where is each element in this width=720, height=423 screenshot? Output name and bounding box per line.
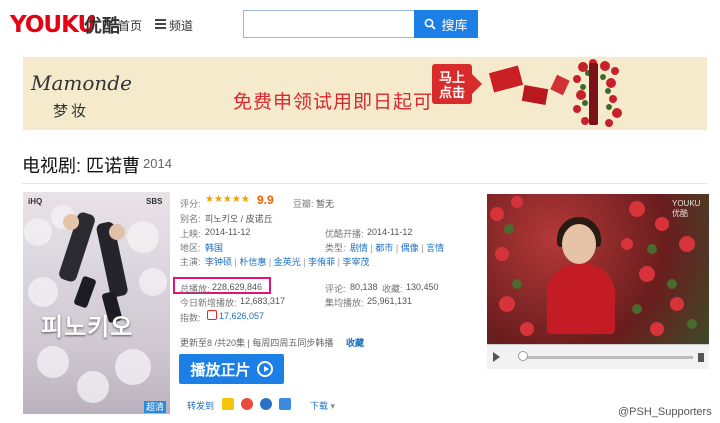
rating-score: 9.9 — [257, 193, 274, 207]
video-frame: YOUKU 优酷 — [487, 194, 709, 344]
qzone-share-icon[interactable] — [222, 398, 234, 410]
cast-link[interactable]: 李钟硕 — [205, 257, 232, 267]
comments-value: 80,138 — [350, 282, 378, 292]
youku-logo[interactable]: YOUKU — [10, 12, 96, 38]
video-player[interactable]: YOUKU 优酷 — [487, 194, 709, 369]
ad-product-image — [488, 65, 524, 93]
cast-link[interactable]: 金英光 — [274, 257, 301, 267]
release-label: 上映: — [180, 229, 201, 239]
genre-link[interactable]: 偶像 — [401, 243, 419, 253]
page-title: 电视剧: 匹诺曹 — [22, 156, 141, 176]
play-button-label: 播放正片 — [190, 361, 251, 379]
video-progress-bar[interactable] — [523, 356, 693, 359]
video-figure — [562, 224, 596, 264]
hd-badge: 超清 — [144, 401, 167, 413]
ad-brand-cn: 梦妆 — [53, 103, 90, 120]
play-icon[interactable] — [493, 352, 500, 362]
today-plays-value: 12,683,317 — [240, 296, 286, 306]
youku-logo-cn[interactable]: 优酷 — [84, 12, 120, 38]
ad-brand: Mamonde — [31, 71, 132, 95]
episode-plays-value: 25,961,131 — [367, 296, 413, 306]
poster-network-left: iHQ — [28, 197, 43, 206]
rating-label: 评分: — [180, 199, 201, 209]
nav-channels-link[interactable]: 频道 — [169, 17, 193, 34]
poster-image[interactable]: iHQ SBS 피노키오 超清 — [23, 192, 170, 414]
renren-share-icon[interactable] — [260, 398, 272, 410]
volume-icon[interactable] — [698, 353, 704, 362]
download-label: 下载 — [310, 401, 329, 411]
total-plays-label: 总播放: — [180, 284, 210, 294]
episode-plays-label: 集均播放: — [325, 298, 364, 308]
cast-link[interactable]: 朴信惠 — [239, 257, 266, 267]
release-year: 2014 — [143, 156, 172, 171]
cast-link[interactable]: 李侑菲 — [308, 257, 335, 267]
ad-click-badge[interactable]: 马上 点击 — [432, 64, 472, 104]
ad-product-image — [521, 85, 549, 105]
search-input[interactable] — [243, 10, 418, 38]
douban-value: 暂无 — [316, 199, 335, 209]
collect-link[interactable]: 收藏 — [346, 336, 364, 349]
weibo-share-icon[interactable] — [241, 398, 253, 410]
video-figure — [547, 264, 615, 334]
genre-link[interactable]: 剧情 — [350, 243, 368, 253]
search-button-label: 搜库 — [441, 17, 468, 33]
favorites-label: 收藏: — [382, 284, 403, 294]
divider — [22, 183, 708, 184]
search-button[interactable]: 搜库 — [414, 10, 478, 38]
update-status: 更新至8 /共20集 | 每周四周五同步韩播 — [180, 338, 334, 348]
tencent-share-icon[interactable] — [279, 398, 291, 410]
douban-label: 豆瓣: — [293, 199, 314, 209]
today-plays-label: 今日新增播放: — [180, 298, 237, 308]
video-progress-handle[interactable] — [518, 351, 528, 361]
total-plays-value: 228,629,846 — [212, 282, 263, 292]
alias-label: 别名: — [180, 214, 201, 224]
follow-index-value[interactable]: 17,626,057 — [219, 311, 264, 321]
youku-release-label: 优酷开播: — [325, 229, 364, 239]
share-label: 转发到 — [187, 401, 215, 411]
video-controls — [487, 344, 709, 369]
rating-stars: ★★★★★ — [205, 194, 250, 205]
chevron-down-icon: ▾ — [330, 401, 336, 411]
watermark: @PSH_Supporters — [618, 406, 712, 418]
ad-badge-line1: 马上 — [438, 70, 465, 85]
poster-artwork — [24, 205, 167, 403]
comments-label: 评论: — [325, 284, 346, 294]
cast-link[interactable]: 李宰茂 — [342, 257, 369, 267]
poster-title: 피노키오 — [41, 313, 134, 341]
nav-home-link[interactable]: 首页 — [118, 17, 142, 34]
ad-badge-arrow — [472, 74, 482, 94]
genre-label: 类型: — [325, 243, 346, 253]
download-link[interactable]: 下载 ▾ — [310, 399, 335, 412]
youku-release-value: 2014-11-12 — [367, 227, 413, 237]
poster-network-right: SBS — [146, 197, 163, 206]
search-icon — [425, 18, 437, 30]
region-label: 地区: — [180, 243, 201, 253]
cast-label: 主演: — [180, 257, 201, 267]
play-icon — [256, 361, 273, 377]
release-value: 2014-11-12 — [205, 227, 251, 237]
index-icon — [207, 310, 217, 320]
ad-banner[interactable]: Mamonde 梦妆 免费申领试用即日起可 马上 点击 — [23, 57, 707, 130]
genre-link[interactable]: 言情 — [426, 243, 444, 253]
alias-value: 피노키오 / 皮诺丘 — [205, 214, 273, 224]
ad-roses-image — [573, 59, 622, 127]
genre-link[interactable]: 都市 — [375, 243, 393, 253]
play-main-button[interactable]: 播放正片 — [179, 354, 284, 384]
ad-slogan: 免费申领试用即日起可 — [233, 92, 434, 113]
favorites-value: 130,450 — [406, 282, 439, 292]
ad-lipstick-image — [589, 63, 598, 125]
menu-icon[interactable] — [155, 19, 166, 29]
region-link[interactable]: 韩国 — [205, 241, 223, 254]
ad-badge-line2: 点击 — [438, 85, 465, 100]
follow-index-label: 指数: — [180, 313, 201, 323]
video-watermark: YOUKU 优酷 — [672, 199, 701, 218]
